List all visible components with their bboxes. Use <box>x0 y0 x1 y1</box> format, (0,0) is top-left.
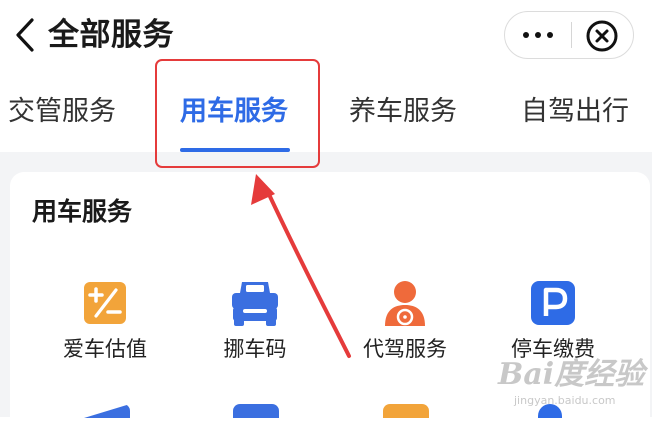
car-move-code-icon <box>232 282 278 326</box>
valuation-icon <box>84 282 126 324</box>
back-arrow-icon[interactable] <box>12 14 42 56</box>
service-car-valuation[interactable]: 爱车估值 <box>30 278 180 368</box>
parking-icon <box>531 281 575 325</box>
top-bar: 全部服务 <box>0 0 652 72</box>
tab-car-maintenance[interactable]: 养车服务 <box>349 92 457 132</box>
watermark-url: jingyan.baidu.com <box>514 394 616 407</box>
capsule-divider <box>571 22 572 48</box>
section-title: 用车服务 <box>32 197 133 226</box>
service-move-car-code[interactable]: 挪车码 <box>180 278 330 368</box>
tab-self-drive[interactable]: 自驾出行 <box>521 92 629 132</box>
watermark-logo: Bai度经验 jingyan.baidu.com <box>498 357 648 415</box>
watermark-brand: Bai度经验 <box>498 357 645 392</box>
service-label: 挪车码 <box>223 337 287 361</box>
next-row-icon-peek <box>383 404 429 418</box>
mini-program-capsule <box>504 11 634 59</box>
category-tabs: 交管服务 用车服务 养车服务 自驾出行 <box>0 72 652 152</box>
service-label: 代驾服务 <box>363 337 447 361</box>
tab-traffic-services[interactable]: 交管服务 <box>8 92 116 132</box>
driver-icon <box>385 281 425 326</box>
next-row-icon-peek <box>233 404 279 418</box>
service-label: 爱车估值 <box>63 337 147 361</box>
service-parking-payment[interactable]: 停车缴费 <box>478 278 628 368</box>
more-dots-icon[interactable] <box>505 12 571 58</box>
highlight-box <box>155 59 320 168</box>
service-designated-driver[interactable]: 代驾服务 <box>330 278 480 368</box>
page-title: 全部服务 <box>48 17 174 53</box>
circle-close-icon[interactable] <box>585 19 619 53</box>
